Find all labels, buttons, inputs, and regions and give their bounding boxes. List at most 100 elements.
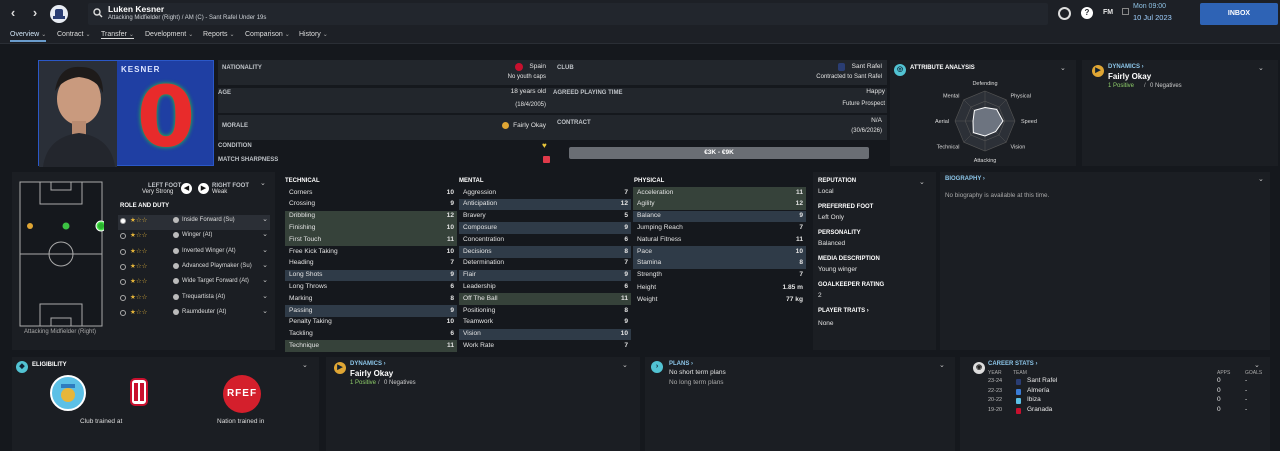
attribute-row[interactable]: Crossing 9 [285,199,457,211]
tab-comparison[interactable]: Comparison ⌄ [245,31,290,38]
career-team[interactable]: Sant Rafel [1027,377,1057,384]
forward-arrow-icon[interactable]: › [28,4,42,22]
player-search-box[interactable]: Luken Kesner Attacking Midfielder (Right… [88,3,1048,25]
attribute-row[interactable]: Heading 7 [285,258,457,270]
chevron-down-icon[interactable]: ⌄ [1258,175,1264,183]
attribute-row[interactable]: Bravery 5 [459,211,631,223]
chevron-down-icon[interactable]: ⌄ [262,292,268,300]
role-item[interactable]: ★☆☆ Inside Forward (Su) ⌄ [118,215,270,230]
role-item[interactable]: ★☆☆ Raumdeuter (At) ⌄ [118,307,270,322]
tab-contract[interactable]: Contract ⌄ [57,31,91,38]
attribute-row[interactable]: Vision 10 [459,328,631,341]
role-radio-icon[interactable] [120,279,126,286]
attribute-row[interactable]: Corners 10 [285,187,457,199]
fm-menu-button[interactable]: FM [1103,9,1113,16]
attribute-row[interactable]: Finishing 10 [285,222,457,235]
attribute-row[interactable]: Agility 12 [633,198,806,211]
role-radio-icon[interactable] [120,248,126,255]
career-row[interactable]: 23-24 Sant Rafel 0 - [960,377,1270,386]
nationality-value[interactable]: Spain [529,63,546,70]
attribute-row[interactable]: First Touch 11 [285,234,457,246]
attribute-row[interactable]: Penalty Taking 10 [285,317,457,329]
attribute-row[interactable]: Pace 10 [633,246,806,258]
attribute-row[interactable]: Teamwork 9 [459,317,631,329]
career-team[interactable]: Granada [1027,406,1052,413]
football-icon[interactable] [1058,7,1071,20]
inbox-button[interactable]: INBOX [1200,3,1278,25]
tab-history[interactable]: History ⌄ [299,31,328,38]
player-traits-link[interactable]: PLAYER TRAITS › [818,308,869,314]
career-stats-title[interactable]: CAREER STATS › [988,361,1037,367]
chevron-down-icon[interactable]: ⌄ [1254,361,1260,369]
chevron-down-icon[interactable]: ⌄ [622,361,628,369]
chevron-down-icon[interactable]: ⌄ [1258,64,1264,72]
chevron-down-icon[interactable]: ⌄ [939,361,945,369]
role-radio-icon[interactable] [120,309,126,316]
back-arrow-icon[interactable]: ‹ [6,4,20,22]
attribute-row[interactable]: Concentration 6 [459,234,631,246]
chevron-down-icon[interactable]: ⌄ [302,361,308,369]
chevron-down-icon[interactable]: ⌄ [262,215,268,223]
attribute-row[interactable]: Composure 9 [459,222,631,235]
tab-reports[interactable]: Reports ⌄ [203,31,235,38]
tab-transfer[interactable]: Transfer ⌄ [101,31,134,39]
dynamics-title[interactable]: DYNAMICS › [1108,64,1144,70]
attribute-row[interactable]: Strength 7 [633,270,806,282]
info-icon[interactable] [173,262,179,269]
biography-title[interactable]: BIOGRAPHY › [945,176,985,182]
attribute-row[interactable]: Decisions 8 [459,246,631,258]
career-row[interactable]: 19-20 Granada 0 - [960,406,1270,415]
attribute-row[interactable]: Balance 9 [633,210,806,223]
attribute-row[interactable]: Leadership 6 [459,281,631,293]
attribute-row[interactable]: Flair 9 [459,269,631,282]
club-value[interactable]: Sant Rafel [852,63,882,70]
attribute-row[interactable]: Free Kick Taking 10 [285,246,457,258]
attribute-row[interactable]: Aggression 7 [459,187,631,199]
tab-development[interactable]: Development ⌄ [145,31,193,38]
info-icon[interactable] [173,217,179,223]
info-icon[interactable] [173,293,179,300]
info-icon[interactable] [173,278,179,285]
info-icon[interactable] [173,308,179,315]
role-item[interactable]: ★☆☆ Wide Target Forward (At) ⌄ [118,276,270,291]
club-crest-icon[interactable] [50,5,68,23]
chevron-down-icon[interactable]: ⌄ [262,230,268,238]
chevron-down-icon[interactable]: ⌄ [262,246,268,254]
chevron-down-icon[interactable]: ⌄ [260,179,266,187]
attribute-row[interactable]: Technique 11 [285,340,457,353]
attribute-row[interactable]: Positioning 8 [459,305,631,317]
role-item[interactable]: ★☆☆ Inverted Winger (At) ⌄ [118,246,270,261]
dynamics-bottom-title[interactable]: DYNAMICS › [350,361,386,367]
chevron-down-icon[interactable]: ⌄ [919,178,925,186]
plans-title[interactable]: PLANS › [669,361,693,367]
chevron-down-icon[interactable]: ⌄ [1060,64,1066,72]
role-item[interactable]: ★☆☆ Trequartista (At) ⌄ [118,292,270,307]
career-row[interactable]: 22-23 Almería 0 - [960,387,1270,396]
attribute-row[interactable]: Work Rate 7 [459,340,631,352]
tab-overview[interactable]: Overview ⌄ [10,31,47,42]
attribute-row[interactable]: Jumping Reach 7 [633,222,806,234]
role-radio-icon[interactable] [120,294,126,301]
attribute-row[interactable]: Stamina 8 [633,257,806,270]
attribute-row[interactable]: Acceleration 11 [633,187,806,199]
value-range-bar[interactable]: €3K - €9K [569,147,869,159]
attribute-row[interactable]: Dribbling 12 [285,210,457,223]
role-item[interactable]: ★☆☆ Winger (At) ⌄ [118,230,270,245]
chevron-down-icon[interactable]: ⌄ [262,307,268,315]
attribute-row[interactable]: Tackling 6 [285,329,457,341]
career-team[interactable]: Almería [1027,387,1049,394]
role-radio-icon[interactable] [120,233,126,240]
attribute-row[interactable]: Long Shots 9 [285,269,457,282]
career-row[interactable]: 20-22 Ibiza 0 - [960,396,1270,405]
info-icon[interactable] [173,247,179,254]
role-radio-icon[interactable] [120,218,126,224]
attribute-row[interactable]: Off The Ball 11 [459,293,631,305]
role-item[interactable]: ★☆☆ Advanced Playmaker (Su) ⌄ [118,261,270,276]
attribute-row[interactable]: Anticipation 12 [459,198,631,211]
attribute-row[interactable]: Long Throws 6 [285,281,457,293]
help-icon[interactable]: ? [1081,7,1093,19]
morale-value[interactable]: Fairly Okay [513,122,546,129]
chevron-down-icon[interactable]: ⌄ [262,276,268,284]
info-icon[interactable] [173,232,179,239]
attribute-row[interactable]: Passing 9 [285,305,457,317]
